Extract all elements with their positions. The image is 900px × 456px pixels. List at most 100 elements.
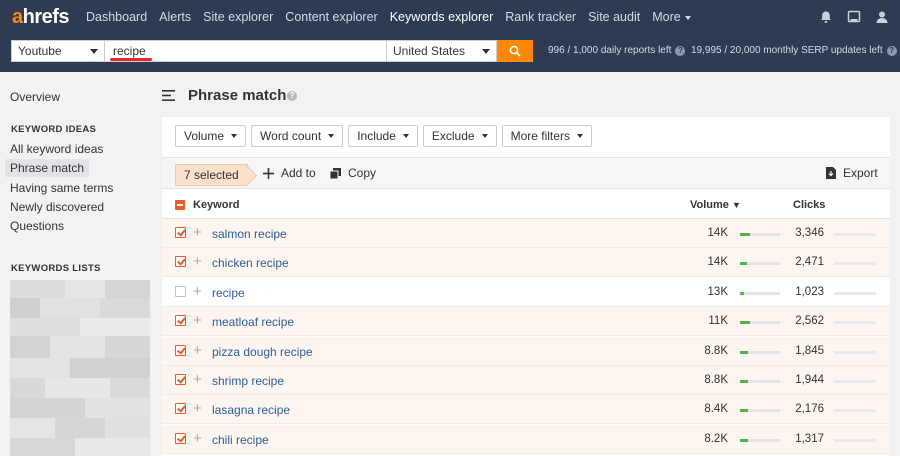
clicks-bar (834, 438, 876, 442)
chevron-down-icon (481, 134, 488, 138)
volume-bar (740, 438, 780, 442)
filter-include[interactable]: Include (348, 125, 418, 147)
source-select[interactable]: Youtube (11, 40, 105, 62)
monitor-icon[interactable] (846, 9, 862, 25)
row-checkbox[interactable] (175, 403, 186, 415)
table-row[interactable]: + recipe 13K 1,023 (162, 278, 890, 307)
add-keyword-icon[interactable]: + (193, 372, 202, 387)
volume-bar-fill (740, 438, 748, 442)
table-row[interactable]: + pizza dough recipe 8.8K 1,845 (162, 336, 890, 366)
add-keyword-icon[interactable]: + (193, 343, 202, 358)
filter-volume[interactable]: Volume (175, 125, 247, 147)
chevron-down-icon (402, 134, 409, 138)
help-icon[interactable]: ? (886, 45, 897, 56)
column-clicks[interactable]: Clicks (793, 199, 825, 211)
export-icon (826, 167, 836, 179)
menu-icon[interactable] (162, 90, 175, 101)
nav-alerts[interactable]: Alerts (159, 10, 191, 24)
table-row[interactable]: + meatloaf recipe 11K 2,562 (162, 307, 890, 337)
bell-icon[interactable] (818, 9, 834, 25)
volume-bar-fill (740, 409, 748, 413)
nav-keywords-explorer[interactable]: Keywords explorer (390, 10, 494, 24)
volume-bar (740, 233, 780, 236)
clicks-bar (834, 262, 876, 266)
add-keyword-icon[interactable]: + (193, 284, 202, 299)
row-checkbox[interactable] (175, 344, 186, 356)
table-row[interactable]: + salmon recipe 14K 3,346 (162, 219, 890, 248)
volume-bar-fill (740, 262, 748, 266)
keyword-search-input[interactable]: recipe (105, 40, 387, 62)
export-button[interactable]: Export (826, 166, 878, 180)
keyword-link[interactable]: lasagna recipe (212, 403, 290, 417)
keyword-link[interactable]: salmon recipe (212, 227, 287, 241)
sidebar-item-all-keyword-ideas[interactable]: All keyword ideas (10, 142, 103, 156)
add-keyword-icon[interactable]: + (193, 254, 202, 269)
serp-updates-text: 19,995 / 20,000 monthly SERP updates lef… (691, 45, 883, 56)
selected-count-badge[interactable]: 7 selected (175, 164, 248, 186)
table-row[interactable]: + chili recipe 8.2K 1,317 (162, 424, 890, 454)
clicks-value: 1,023 (795, 285, 824, 298)
nav-rank-tracker[interactable]: Rank tracker (505, 10, 576, 24)
filter-exclude[interactable]: Exclude (422, 125, 497, 147)
row-checkbox[interactable] (175, 315, 186, 327)
table-row[interactable]: + chicken recipe 14K 2,471 (162, 248, 890, 278)
sidebar-item-questions[interactable]: Questions (10, 219, 64, 233)
volume-value: 8.8K (704, 344, 728, 357)
keyword-link[interactable]: recipe (212, 286, 245, 300)
column-keyword[interactable]: Keyword (193, 199, 239, 211)
sidebar-item-phrase-match[interactable]: Phrase match (5, 159, 90, 177)
country-select[interactable]: United States (387, 40, 497, 62)
help-icon[interactable]: ? (287, 91, 297, 101)
chevron-down-icon (328, 134, 335, 138)
add-keyword-icon[interactable]: + (193, 401, 202, 416)
search-icon (509, 45, 521, 57)
action-bar: 7 selected Add to Copy Export (162, 157, 890, 189)
filter-label: Exclude (431, 129, 475, 143)
help-icon[interactable]: ? (675, 45, 686, 56)
nav-site-explorer[interactable]: Site explorer (203, 10, 273, 24)
country-select-value: United States (393, 44, 466, 58)
filter-word-count[interactable]: Word count (251, 125, 344, 147)
keyword-link[interactable]: shrimp recipe (212, 374, 284, 388)
sidebar-item-overview[interactable]: Overview (10, 90, 60, 104)
sidebar-item-newly-discovered[interactable]: Newly discovered (10, 200, 104, 214)
table-row[interactable]: + shrimp recipe 8.8K 1,944 (162, 366, 890, 395)
add-keyword-icon[interactable]: + (193, 225, 202, 240)
row-checkbox[interactable] (175, 256, 186, 268)
keyword-link[interactable]: chicken recipe (212, 256, 289, 270)
nav-site-audit[interactable]: Site audit (588, 10, 640, 24)
user-icon[interactable] (874, 9, 890, 25)
volume-bar-fill (740, 380, 748, 383)
keyword-link[interactable]: chili recipe (212, 433, 269, 447)
export-label: Export (843, 166, 878, 180)
sort-desc-icon: ▼ (731, 200, 741, 210)
chevron-down-icon (482, 49, 490, 54)
column-volume[interactable]: Volume ▼ (690, 199, 741, 211)
add-to-button[interactable]: Add to (263, 166, 316, 180)
volume-value: 14K (707, 256, 728, 269)
copy-button[interactable]: Copy (330, 166, 376, 180)
clicks-value: 1,944 (795, 374, 824, 386)
row-checkbox[interactable] (175, 285, 186, 297)
filter-more[interactable]: More filters (501, 125, 592, 147)
sidebar-item-having-same-terms[interactable]: Having same terms (10, 181, 113, 195)
ahrefs-logo[interactable]: ahrefs (12, 6, 70, 29)
row-checkbox[interactable] (175, 374, 186, 385)
serp-updates-usage: 19,995 / 20,000 monthly SERP updates lef… (691, 45, 897, 56)
add-keyword-icon[interactable]: + (193, 313, 202, 328)
clicks-value: 1,845 (795, 344, 824, 357)
keyword-link[interactable]: meatloaf recipe (212, 315, 294, 329)
nav-content-explorer[interactable]: Content explorer (285, 10, 377, 24)
row-checkbox[interactable] (175, 432, 186, 444)
row-checkbox[interactable] (175, 227, 186, 238)
add-keyword-icon[interactable]: + (193, 431, 202, 446)
search-query-text: recipe (113, 44, 146, 58)
nav-dashboard[interactable]: Dashboard (86, 10, 147, 24)
keyword-link[interactable]: pizza dough recipe (212, 345, 313, 359)
search-button[interactable] (497, 40, 533, 62)
clicks-bar (834, 291, 876, 295)
table-row[interactable]: + lasagna recipe 8.4K 2,176 (162, 395, 890, 425)
copy-label: Copy (348, 166, 377, 180)
nav-more[interactable]: More (652, 10, 691, 24)
select-all-checkbox[interactable] (175, 200, 185, 210)
